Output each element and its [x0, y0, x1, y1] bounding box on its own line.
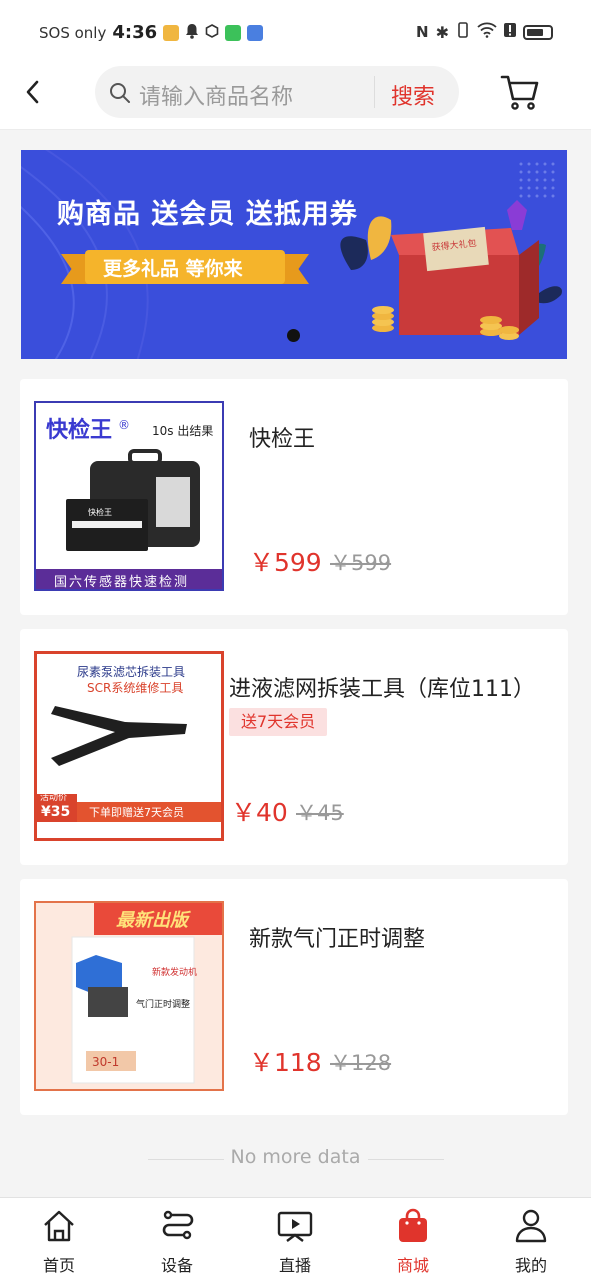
banner-headline: 购商品 送会员 送抵用券: [57, 199, 358, 230]
back-button[interactable]: [22, 78, 46, 106]
banner-ribbon-text: 更多礼品 等你来: [103, 258, 243, 280]
wechat-icon: [225, 24, 242, 41]
thumb-line1: 尿素泵滤芯拆装工具: [77, 664, 185, 679]
product-original-price: ￥128: [330, 1051, 392, 1075]
product-price: ￥599: [249, 548, 322, 577]
tab-profile[interactable]: 我的: [472, 1198, 590, 1280]
thumb-book-title2: 气门正时调整: [136, 998, 190, 1010]
no-more-data-text: No more data: [230, 1146, 361, 1168]
search-button[interactable]: 搜索: [391, 79, 435, 111]
thumb-promo-label: 活动价: [40, 791, 67, 803]
product-thumbnail: 尿素泵滤芯拆装工具 SCR系统维修工具 活动价 ¥35 下单即赠送7天会员: [34, 651, 224, 841]
thumb-line2: SCR系统维修工具: [87, 680, 183, 695]
tab-label: 设备: [160, 1256, 193, 1275]
product-title: 新款气门正时调整: [249, 927, 426, 952]
carousel-indicator[interactable]: [287, 329, 300, 342]
shopping-cart-icon: [500, 75, 539, 110]
product-original-price: ￥45: [296, 801, 344, 825]
tab-label: 商城: [396, 1256, 429, 1275]
live-icon: [277, 1211, 313, 1242]
shop-bag-icon: [399, 1208, 427, 1242]
product-title: 进液滤网拆装工具（库位111）: [229, 677, 535, 702]
home-icon: [44, 1210, 74, 1242]
battery-icon: [523, 24, 553, 40]
user-icon: [515, 1209, 547, 1243]
top-header: 请输入商品名称 搜索: [0, 64, 591, 130]
vibrate-icon: [456, 22, 470, 42]
thumb-promo-price: ¥35: [41, 804, 70, 820]
product-price: ￥118: [249, 1048, 322, 1077]
clock: 4:36: [112, 22, 158, 43]
tab-label: 我的: [514, 1256, 547, 1275]
nfc-icon: N: [416, 23, 429, 41]
thumb-ribbon: 最新出版: [116, 910, 192, 931]
wallet-notification-icon: [163, 24, 180, 41]
thumb-footer: 国六传感器快速检测: [54, 574, 189, 590]
product-title: 快检王: [249, 427, 316, 452]
thumb-reg-mark: ®: [118, 418, 130, 432]
thumb-brand: 快检王: [46, 417, 112, 443]
banner-ribbon: 更多礼品 等你来: [61, 248, 309, 286]
list-end-indicator: No more data: [0, 1146, 591, 1172]
cart-button[interactable]: [500, 72, 540, 112]
tab-home[interactable]: 首页: [0, 1198, 118, 1280]
thumb-device-label: 快检王: [88, 507, 112, 517]
bluetooth-icon: ✱: [435, 22, 449, 42]
search-bar[interactable]: 请输入商品名称 搜索: [95, 66, 459, 118]
bottom-tab-bar: 首页 设备 直播 商城 我的: [0, 1197, 591, 1280]
status-bar: SOS only 4:36 N ✱: [0, 0, 591, 64]
carrier-label: SOS only: [39, 23, 107, 42]
chevron-left-icon: [26, 80, 39, 104]
member-gift-tag: 送7天会员: [229, 708, 328, 736]
tab-label: 首页: [42, 1256, 75, 1275]
device-icon: [162, 1210, 194, 1240]
search-icon: [110, 83, 130, 103]
gift-box-illustration: 获得大礼包: [340, 200, 562, 340]
tab-device[interactable]: 设备: [118, 1198, 236, 1280]
bell-icon: [185, 23, 199, 43]
thumb-badge: 10s 出结果: [152, 424, 213, 438]
product-thumbnail: 最新出版 新款发动机 气门正时调整 30-1: [34, 901, 224, 1091]
thumb-book-title1: 新款发动机: [152, 966, 197, 978]
alert-icon: [504, 22, 516, 42]
product-thumbnail: 快检王 ® 10s 出结果 快检王 国六传感器快速检测: [34, 401, 224, 591]
product-price: ￥40: [231, 798, 288, 827]
product-original-price: ￥599: [330, 551, 392, 575]
wifi-icon: [477, 22, 497, 42]
thumb-footer: 下单即赠送7天会员: [89, 805, 184, 819]
thumb-book-code: 30-1: [92, 1055, 119, 1069]
search-input[interactable]: 请输入商品名称: [139, 79, 293, 111]
product-card[interactable]: 快检王 ® 10s 出结果 快检王 国六传感器快速检测 快检王 ￥599 ￥59…: [20, 379, 568, 615]
tab-shop[interactable]: 商城: [354, 1198, 472, 1280]
tab-label: 直播: [278, 1256, 311, 1275]
app-notification-icon: [247, 24, 264, 41]
search-divider: [374, 76, 375, 108]
promo-banner[interactable]: 购商品 送会员 送抵用券 更多礼品 等你来 获得大礼包: [21, 150, 567, 359]
product-card[interactable]: 尿素泵滤芯拆装工具 SCR系统维修工具 活动价 ¥35 下单即赠送7天会员 进液…: [20, 629, 568, 865]
tab-live[interactable]: 直播: [236, 1198, 354, 1280]
package-icon: [205, 23, 219, 42]
product-card[interactable]: 最新出版 新款发动机 气门正时调整 30-1 新款气门正时调整 ￥118 ￥12…: [20, 879, 568, 1115]
